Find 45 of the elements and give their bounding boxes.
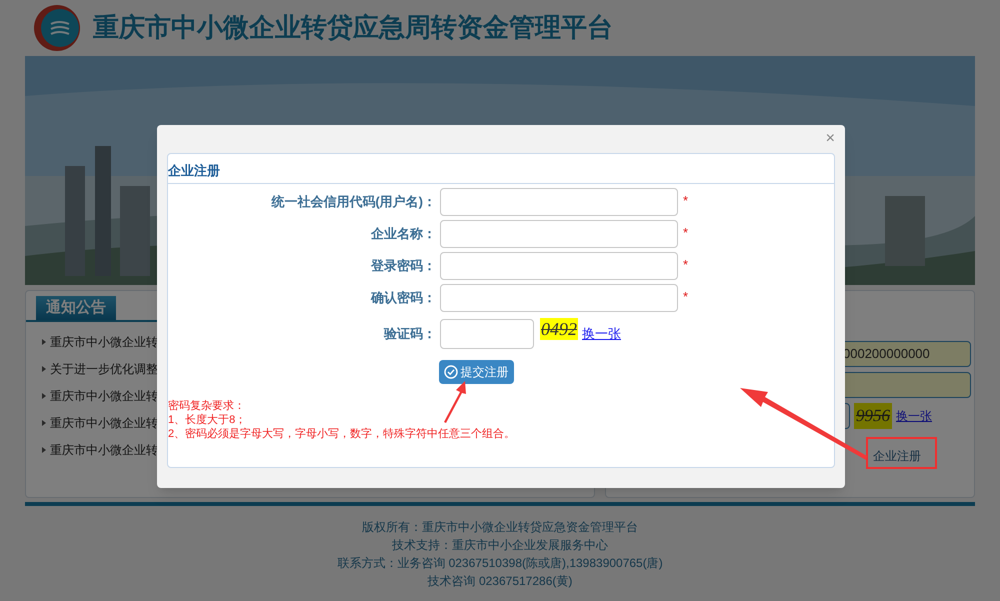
- close-button[interactable]: ×: [826, 131, 835, 147]
- bullet-icon: [42, 446, 46, 452]
- text-field[interactable]: [440, 220, 678, 248]
- notice-link[interactable]: 重庆市中小微企业转: [50, 332, 158, 350]
- footer-text: 版权所有：重庆市中小微企业转贷应急资金管理平台: [362, 520, 638, 535]
- site-title: 重庆市中小微企业转贷应急周转资金管理平台: [93, 12, 613, 44]
- password-rule: 密码复杂要求：: [168, 399, 246, 413]
- notice-link[interactable]: 关于进一步优化调整: [50, 360, 158, 378]
- text-field[interactable]: [440, 284, 678, 312]
- logo-icon: [33, 4, 81, 52]
- notice-link[interactable]: 重庆市中小微企业转: [50, 440, 158, 458]
- form-title: 企业注册: [168, 162, 220, 180]
- footer-text: 联系方式：业务咨询 02367510398(陈或唐),13983900765(唐): [337, 556, 663, 571]
- pointer-arrow: [441, 380, 469, 423]
- text-field[interactable]: [440, 252, 678, 280]
- captcha-image[interactable]: 0492: [540, 318, 578, 340]
- refresh-captcha-link[interactable]: 换一张: [896, 407, 932, 425]
- required-mark: *: [683, 288, 688, 306]
- refresh-captcha-link[interactable]: 换一张: [582, 324, 621, 344]
- field-label: 验证码：: [382, 325, 436, 344]
- captcha-image[interactable]: 9956: [854, 403, 892, 429]
- text-field[interactable]: [440, 188, 678, 216]
- bullet-icon: [42, 392, 46, 398]
- register-link[interactable]: 企业注册: [867, 442, 927, 470]
- bullet-icon: [42, 338, 46, 344]
- check-circle-icon: [444, 365, 458, 379]
- field-label: 统一社会信用代码(用户名)：: [270, 193, 436, 212]
- submit-button[interactable]: 提交注册: [438, 360, 514, 384]
- highlight-frame: [866, 437, 937, 469]
- notice-tab[interactable]: 通知公告: [36, 296, 116, 320]
- required-mark: *: [683, 224, 688, 242]
- field-label: 企业名称：: [370, 225, 436, 244]
- field-label: 确认密码：: [370, 289, 436, 308]
- captcha-field[interactable]: [440, 319, 534, 349]
- bullet-icon: [42, 366, 46, 372]
- required-mark: *: [683, 256, 688, 274]
- bullet-icon: [42, 420, 46, 426]
- password-rule: 1、长度大于8；: [168, 413, 248, 427]
- footer-text: 技术咨询 02367517286(黄): [428, 574, 572, 589]
- notice-link[interactable]: 重庆市中小微企业转: [50, 414, 158, 432]
- footer-text: 技术支持：重庆市中小企业发展服务中心: [392, 538, 608, 553]
- password-rule: 2、密码必须是字母大写，字母小写，数字，特殊字符中任意三个组合。: [168, 427, 516, 441]
- required-mark: *: [683, 192, 688, 210]
- notice-link[interactable]: 重庆市中小微企业转: [50, 386, 158, 404]
- field-label: 登录密码：: [370, 257, 436, 276]
